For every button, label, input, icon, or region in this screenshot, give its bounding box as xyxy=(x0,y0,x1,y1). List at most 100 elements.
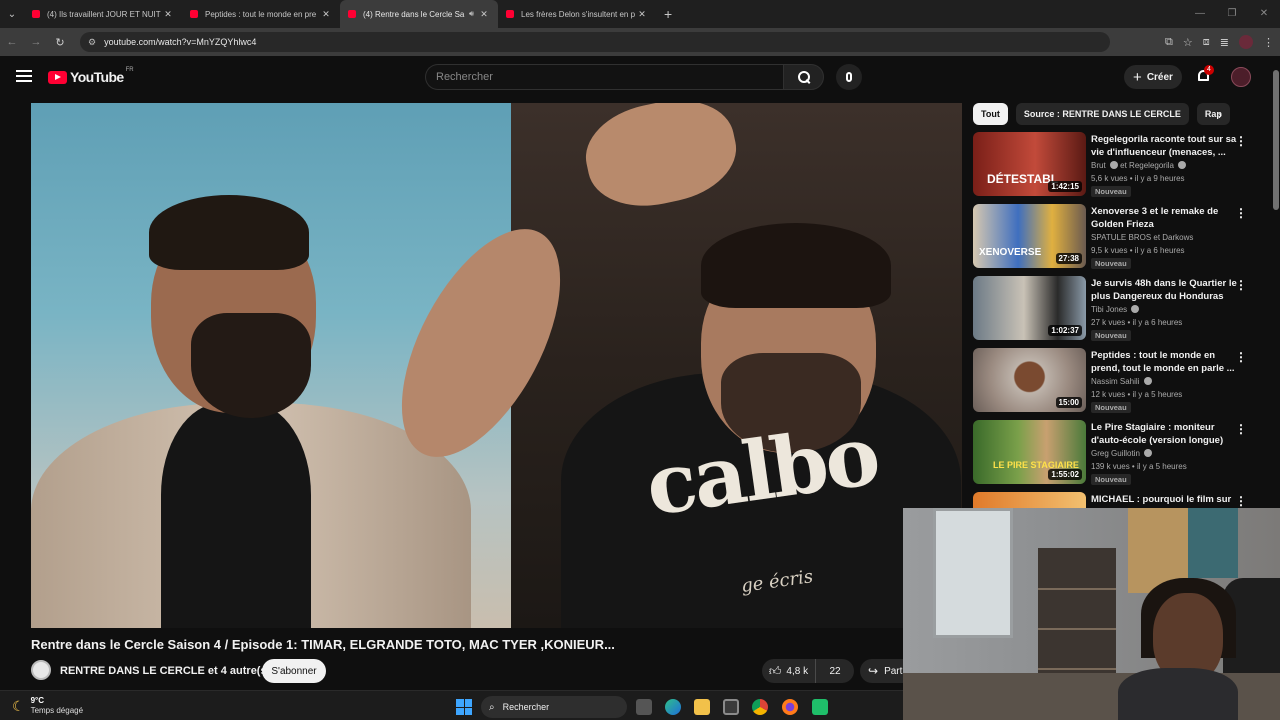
minimize-icon[interactable]: — xyxy=(1184,0,1216,28)
recommendation-meta: 12 k vues • il y a 5 heures xyxy=(1091,390,1183,399)
video-thumbnail[interactable]: 1:02:37 xyxy=(973,276,1086,340)
verified-icon xyxy=(1144,449,1153,457)
recommendation-item[interactable]: LE PIRE STAGIAIRE 1:55:02 Le Pire Stagia… xyxy=(973,420,1263,486)
recommendation-title[interactable]: Peptides : tout le monde en prend, tout … xyxy=(1091,349,1243,375)
verified-icon xyxy=(1109,161,1118,169)
notifications-button[interactable]: 4 xyxy=(1196,65,1214,84)
more-options-icon[interactable]: ⋮ xyxy=(1235,134,1247,148)
create-label: Créer xyxy=(1146,71,1173,83)
video-thumbnail[interactable]: LE PIRE STAGIAIRE 1:55:02 xyxy=(973,420,1086,484)
youtube-logo[interactable]: YouTube FR xyxy=(48,67,134,85)
hamburger-menu-icon[interactable] xyxy=(16,68,32,84)
chip-rap[interactable]: Rap xyxy=(1196,103,1230,125)
new-badge: Nouveau xyxy=(1091,402,1131,413)
verified-icon xyxy=(1131,305,1140,313)
app-icon[interactable] xyxy=(812,699,828,715)
browser-tab-2[interactable]: Peptides : tout le monde en pre ✕ xyxy=(182,0,340,28)
browser-tab-1[interactable]: (4) Ils travaillent JOUR ET NUIT ✕ xyxy=(24,0,182,28)
weather-widget[interactable]: ☾ 9°C Temps dégagé xyxy=(12,696,83,716)
browser-tab-4[interactable]: Les frères Delon s'insultent en p ✕ xyxy=(498,0,656,28)
person-left-beard xyxy=(191,313,311,418)
subscribe-button[interactable]: S'abonner xyxy=(262,659,326,683)
video-thumbnail[interactable]: 15:00 xyxy=(973,348,1086,412)
chip-source[interactable]: Source : RENTRE DANS LE CERCLE xyxy=(1015,103,1189,125)
media-control-icon[interactable]: ≣ xyxy=(1220,36,1229,49)
chip-all[interactable]: Tout xyxy=(973,103,1008,125)
recommendation-title[interactable]: Regelegorila raconte tout sur sa vie d'i… xyxy=(1091,133,1243,159)
recommendation-title[interactable]: MICHAEL : pourquoi le film sur xyxy=(1091,493,1243,506)
video-thumbnail[interactable] xyxy=(973,492,1086,508)
new-badge: Nouveau xyxy=(1091,186,1131,197)
channel-text: Brut xyxy=(1091,161,1106,170)
reload-icon[interactable]: ↻ xyxy=(48,36,72,49)
new-tab-icon[interactable]: + xyxy=(664,6,672,22)
audio-playing-icon[interactable]: 🔊︎ xyxy=(469,9,474,19)
more-options-icon[interactable]: ⋮ xyxy=(1235,278,1247,292)
webcam-poster xyxy=(1188,508,1238,578)
channel-name[interactable]: RENTRE DANS LE CERCLE et 4 autre(s) xyxy=(60,665,270,677)
video-player[interactable]: calbo ge écris xyxy=(31,103,962,628)
extensions-icon[interactable]: ⧈ xyxy=(1203,36,1210,49)
close-tab-icon[interactable]: ✕ xyxy=(162,9,174,20)
more-options-icon[interactable]: ⋮ xyxy=(1235,350,1247,364)
microphone-icon xyxy=(846,72,852,82)
tab-title: Peptides : tout le monde en pre xyxy=(205,9,317,19)
windows-start-icon[interactable] xyxy=(456,699,472,715)
recommendation-title[interactable]: Je survis 48h dans le Quartier le plus D… xyxy=(1091,277,1243,303)
close-window-icon[interactable]: ✕ xyxy=(1248,0,1280,28)
search-button[interactable] xyxy=(783,64,824,90)
chrome-icon[interactable] xyxy=(752,699,768,715)
youtube-favicon-icon xyxy=(32,10,40,18)
video-thumbnail[interactable]: XENOVERSE 27:38 xyxy=(973,204,1086,268)
recommendation-item[interactable]: MICHAEL : pourquoi le film sur ⋮ xyxy=(973,492,1263,508)
close-tab-icon[interactable]: ✕ xyxy=(636,9,648,20)
more-options-icon[interactable]: ⋮ xyxy=(1235,494,1247,508)
youtube-play-icon xyxy=(48,70,67,84)
browser-tab-strip: ⌄ (4) Ils travaillent JOUR ET NUIT ✕ Pep… xyxy=(0,0,1280,28)
firefox-icon[interactable] xyxy=(782,699,798,715)
thumbs-up-icon: 👍︎ xyxy=(768,663,782,678)
video-thumbnail[interactable]: DÉTESTABL 1:42:15 xyxy=(973,132,1086,196)
comment-count[interactable]: 22 xyxy=(816,666,854,677)
recommendation-item[interactable]: 15:00 Peptides : tout le monde en prend,… xyxy=(973,348,1263,414)
file-explorer-icon[interactable] xyxy=(694,699,710,715)
more-options-icon[interactable]: ⋮ xyxy=(1235,206,1247,220)
profile-avatar[interactable] xyxy=(1239,35,1253,49)
forward-icon[interactable]: → xyxy=(24,36,48,48)
channel-avatar[interactable] xyxy=(31,660,51,680)
share-label: Part xyxy=(884,665,903,677)
maximize-icon[interactable]: ❐ xyxy=(1216,0,1248,28)
page-scrollbar-thumb[interactable] xyxy=(1273,70,1279,210)
url-field[interactable]: ⚙ youtube.com/watch?v=MnYZQYhlwc4 xyxy=(80,32,1110,52)
duration-badge: 1:02:37 xyxy=(1048,325,1082,336)
close-tab-icon[interactable]: ✕ xyxy=(320,9,332,20)
recommendation-title[interactable]: Le Pire Stagiaire : moniteur d'auto-écol… xyxy=(1091,421,1243,447)
voice-search-button[interactable] xyxy=(836,64,862,90)
search-input[interactable]: Rechercher xyxy=(425,64,783,90)
create-button[interactable]: + Créer xyxy=(1124,65,1182,89)
person-left-shirt xyxy=(161,403,311,628)
recommendation-item[interactable]: XENOVERSE 27:38 Xenoverse 3 et le remake… xyxy=(973,204,1263,270)
recommendation-item[interactable]: DÉTESTABL 1:42:15 Regelegorila raconte t… xyxy=(973,132,1263,198)
store-icon[interactable] xyxy=(723,699,739,715)
back-icon[interactable]: ← xyxy=(0,36,24,48)
taskbar-search[interactable]: ⌕ Rechercher xyxy=(481,696,627,718)
browser-tab-3-active[interactable]: (4) Rentre dans le Cercle Sa 🔊︎ ✕ xyxy=(340,0,498,28)
recommendation-title[interactable]: Xenoverse 3 et le remake de Golden Friez… xyxy=(1091,205,1243,231)
recommendation-meta: 5,6 k vues • il y a 9 heures xyxy=(1091,174,1185,183)
like-button[interactable]: 👍︎ 4,8 k xyxy=(762,659,816,683)
task-view-icon[interactable] xyxy=(636,699,652,715)
bookmark-star-icon[interactable]: ☆ xyxy=(1183,36,1193,49)
edge-icon[interactable] xyxy=(665,699,681,715)
plus-icon: + xyxy=(1133,68,1142,86)
chevron-right-icon[interactable]: › xyxy=(1218,108,1222,122)
recommendation-meta: 139 k vues • il y a 5 heures xyxy=(1091,462,1187,471)
browser-menu-icon[interactable]: ⋮ xyxy=(1263,36,1274,49)
recommendation-item[interactable]: 1:02:37 Je survis 48h dans le Quartier l… xyxy=(973,276,1263,342)
tab-search-icon[interactable]: ⌄ xyxy=(0,0,24,28)
more-options-icon[interactable]: ⋮ xyxy=(1235,422,1247,436)
close-tab-icon[interactable]: ✕ xyxy=(478,9,490,20)
cast-icon[interactable]: ⧉ xyxy=(1165,36,1173,49)
site-info-icon[interactable]: ⚙ xyxy=(88,37,96,48)
account-avatar[interactable] xyxy=(1231,67,1251,87)
